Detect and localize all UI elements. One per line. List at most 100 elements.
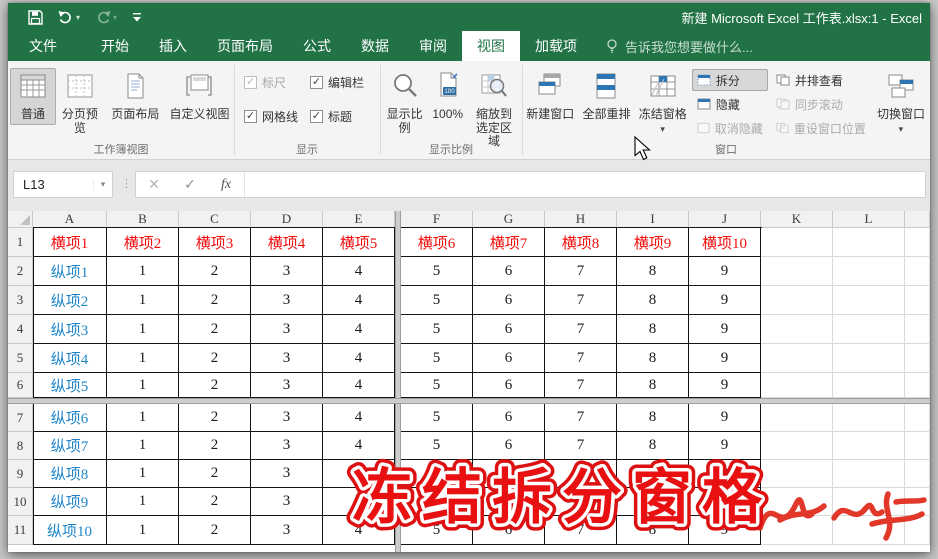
cell-D8[interactable]: 3 bbox=[251, 432, 323, 460]
cell-D3[interactable]: 3 bbox=[251, 286, 323, 315]
cell-I3[interactable]: 8 bbox=[617, 286, 689, 315]
cell-C3[interactable]: 2 bbox=[179, 286, 251, 315]
cell-I1[interactable]: 横项9 bbox=[617, 228, 689, 257]
cell-E3[interactable]: 4 bbox=[323, 286, 395, 315]
row-header-5[interactable]: 5 bbox=[8, 344, 33, 373]
cell-A4[interactable]: 纵项3 bbox=[33, 315, 107, 344]
cell-K6[interactable] bbox=[761, 373, 833, 398]
freeze-panes-button[interactable]: 冻结窗格 ▾ bbox=[637, 68, 689, 137]
column-header-G[interactable]: G bbox=[473, 211, 545, 228]
redo-dropdown-icon[interactable]: ▾ bbox=[113, 13, 117, 22]
cell-H4[interactable]: 7 bbox=[545, 315, 617, 344]
cell-A10[interactable]: 纵项9 bbox=[33, 488, 107, 516]
cell-L1[interactable] bbox=[833, 228, 905, 257]
normal-view-button[interactable]: 普通 bbox=[10, 68, 56, 125]
cell-I2[interactable]: 8 bbox=[617, 257, 689, 286]
cell-C5[interactable]: 2 bbox=[179, 344, 251, 373]
cell-C1[interactable]: 横项3 bbox=[179, 228, 251, 257]
cell-F5[interactable]: 5 bbox=[401, 344, 473, 373]
cell-H1[interactable]: 横项8 bbox=[545, 228, 617, 257]
cell-H7[interactable]: 7 bbox=[545, 404, 617, 432]
cell-L4[interactable] bbox=[833, 315, 905, 344]
cell-J3[interactable]: 9 bbox=[689, 286, 761, 315]
zoom-100-button[interactable]: 100 100% bbox=[430, 68, 465, 125]
column-header-J[interactable]: J bbox=[689, 211, 761, 228]
cell-L6[interactable] bbox=[833, 373, 905, 398]
cell-J7[interactable]: 9 bbox=[689, 404, 761, 432]
cell-B7[interactable]: 1 bbox=[107, 404, 179, 432]
cell-K2[interactable] bbox=[761, 257, 833, 286]
freeze-panes-dropdown-icon[interactable]: ▾ bbox=[660, 124, 665, 134]
cell-L2[interactable] bbox=[833, 257, 905, 286]
cell-E5[interactable]: 4 bbox=[323, 344, 395, 373]
cell-G7[interactable]: 6 bbox=[473, 404, 545, 432]
zoom-to-selection-button[interactable]: 缩放到选定区域 bbox=[468, 68, 520, 152]
gridlines-checkbox[interactable]: ✓ 网格线 bbox=[244, 108, 310, 125]
row-header-3[interactable]: 3 bbox=[8, 286, 33, 315]
cell-D1[interactable]: 横项4 bbox=[251, 228, 323, 257]
column-header-F[interactable]: F bbox=[401, 211, 473, 228]
undo-button[interactable]: ▾ bbox=[58, 10, 80, 24]
switch-windows-button[interactable]: 切换窗口 ▾ bbox=[874, 68, 928, 137]
cell-B5[interactable]: 1 bbox=[107, 344, 179, 373]
cell-E6[interactable]: 4 bbox=[323, 373, 395, 398]
zoom-button[interactable]: 显示比例 bbox=[382, 68, 427, 138]
cell-E2[interactable]: 4 bbox=[323, 257, 395, 286]
row-header-7[interactable]: 7 bbox=[8, 404, 33, 432]
cell-I6[interactable]: 8 bbox=[617, 373, 689, 398]
arrange-all-button[interactable]: 全部重排 bbox=[579, 68, 633, 125]
cell-H2[interactable]: 7 bbox=[545, 257, 617, 286]
cell-C9[interactable]: 2 bbox=[179, 460, 251, 488]
tab-insert[interactable]: 插入 bbox=[144, 31, 202, 61]
horizontal-split-bar[interactable] bbox=[8, 398, 930, 404]
cell-A2[interactable]: 纵项1 bbox=[33, 257, 107, 286]
cell-A6[interactable]: 纵项5 bbox=[33, 373, 107, 398]
tab-review[interactable]: 审阅 bbox=[404, 31, 462, 61]
cell-H8[interactable]: 7 bbox=[545, 432, 617, 460]
cell-H6[interactable]: 7 bbox=[545, 373, 617, 398]
name-box[interactable]: L13 ▾ bbox=[13, 171, 113, 198]
cell-J2[interactable]: 9 bbox=[689, 257, 761, 286]
cell-B3[interactable]: 1 bbox=[107, 286, 179, 315]
cell-E8[interactable]: 4 bbox=[323, 432, 395, 460]
cell-M5[interactable] bbox=[905, 344, 930, 373]
column-header-E[interactable]: E bbox=[323, 211, 395, 228]
cell-J1[interactable]: 横项10 bbox=[689, 228, 761, 257]
tab-formulas[interactable]: 公式 bbox=[288, 31, 346, 61]
headings-checkbox[interactable]: ✓ 标题 bbox=[310, 108, 380, 125]
tab-add-ins[interactable]: 加载项 bbox=[520, 31, 592, 61]
tab-view[interactable]: 视图 bbox=[462, 31, 520, 61]
column-header-C[interactable]: C bbox=[179, 211, 251, 228]
cell-H5[interactable]: 7 bbox=[545, 344, 617, 373]
cell-A7[interactable]: 纵项6 bbox=[33, 404, 107, 432]
insert-function-icon[interactable]: fx bbox=[208, 177, 244, 193]
column-header-I[interactable]: I bbox=[617, 211, 689, 228]
cell-C8[interactable]: 2 bbox=[179, 432, 251, 460]
cell-E7[interactable]: 4 bbox=[323, 404, 395, 432]
cell-A8[interactable]: 纵项7 bbox=[33, 432, 107, 460]
hide-button[interactable]: 隐藏 bbox=[692, 93, 768, 115]
cell-M1[interactable] bbox=[905, 228, 930, 257]
cell-F8[interactable]: 5 bbox=[401, 432, 473, 460]
cell-J5[interactable]: 9 bbox=[689, 344, 761, 373]
column-header-K[interactable]: K bbox=[761, 211, 833, 228]
cell-A11[interactable]: 纵项10 bbox=[33, 516, 107, 545]
cell-G5[interactable]: 6 bbox=[473, 344, 545, 373]
tab-home[interactable]: 开始 bbox=[86, 31, 144, 61]
cell-H3[interactable]: 7 bbox=[545, 286, 617, 315]
cell-F6[interactable]: 5 bbox=[401, 373, 473, 398]
cell-A5[interactable]: 纵项4 bbox=[33, 344, 107, 373]
custom-views-button[interactable]: 自定义视图 bbox=[167, 68, 232, 125]
row-header-11[interactable]: 11 bbox=[8, 516, 33, 545]
column-header-D[interactable]: D bbox=[251, 211, 323, 228]
column-header-L[interactable]: L bbox=[833, 211, 905, 228]
new-window-button[interactable]: 新建窗口 bbox=[524, 68, 576, 125]
cell-K1[interactable] bbox=[761, 228, 833, 257]
cell-F3[interactable]: 5 bbox=[401, 286, 473, 315]
cell-C7[interactable]: 2 bbox=[179, 404, 251, 432]
cell-K5[interactable] bbox=[761, 344, 833, 373]
cell-F2[interactable]: 5 bbox=[401, 257, 473, 286]
split-button[interactable]: 拆分 bbox=[691, 69, 768, 91]
cell-K7[interactable] bbox=[761, 404, 833, 432]
cell-B8[interactable]: 1 bbox=[107, 432, 179, 460]
